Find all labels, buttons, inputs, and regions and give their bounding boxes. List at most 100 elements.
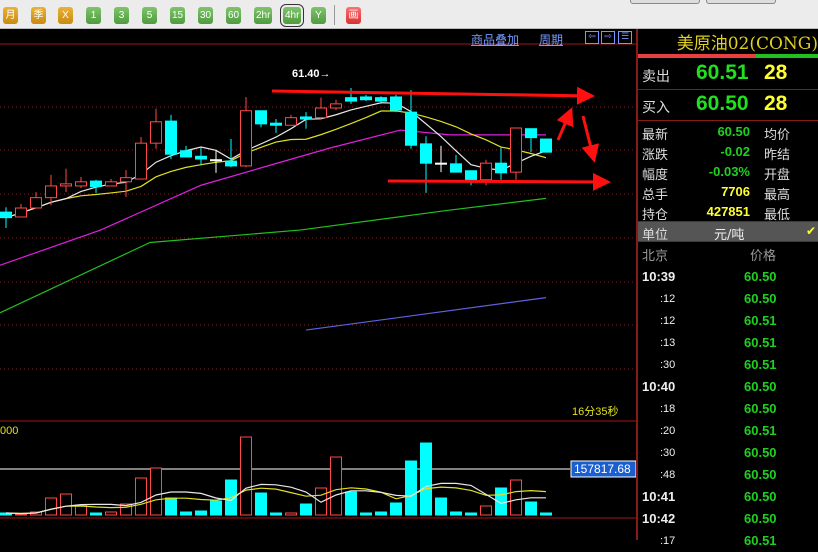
buy-ratio-bar bbox=[756, 54, 818, 58]
quote-row: 最新 60.50 均价 bbox=[638, 122, 818, 143]
candle-body bbox=[330, 103, 342, 109]
volume-bar bbox=[330, 456, 342, 516]
candle-body bbox=[510, 127, 522, 173]
quote-label: 总手 bbox=[642, 188, 669, 203]
top-tab[interactable] bbox=[706, 0, 776, 4]
quote-label: 最新 bbox=[642, 128, 669, 143]
check-icon: ✔ bbox=[805, 224, 816, 238]
quote-label-2: 开盘 bbox=[764, 168, 791, 183]
volume-bar bbox=[60, 493, 72, 516]
period-button[interactable]: 60 bbox=[226, 7, 242, 24]
scroll-left-icon[interactable]: ⇦ bbox=[585, 31, 599, 44]
volume-bar bbox=[405, 460, 417, 516]
period-button[interactable]: 画 bbox=[346, 7, 361, 24]
candle-body bbox=[240, 110, 252, 167]
volume-bar bbox=[390, 502, 402, 516]
candle-body bbox=[0, 211, 12, 219]
quote-value: 427851 bbox=[706, 204, 750, 219]
period-link[interactable]: 周期 bbox=[539, 31, 563, 48]
quote-row: 持仓 427851 最低 bbox=[638, 202, 818, 223]
quote-value: 7706 bbox=[721, 184, 750, 199]
candle-body bbox=[150, 121, 162, 144]
candle-body bbox=[390, 96, 402, 111]
sell-ratio-bar bbox=[638, 54, 756, 58]
period-button[interactable]: 30 bbox=[198, 7, 214, 24]
volume-bar bbox=[465, 512, 477, 516]
period-button[interactable]: X bbox=[58, 7, 73, 24]
candle-body bbox=[105, 181, 117, 187]
candle-body bbox=[420, 143, 432, 164]
tick-row: 10:42 60.50 bbox=[638, 508, 818, 530]
period-button[interactable]: 5 bbox=[142, 7, 157, 24]
tick-row: :20 60.51 bbox=[638, 420, 818, 442]
unit-row[interactable]: 单位 元/吨 ✔ bbox=[638, 221, 818, 243]
annotation-arrow bbox=[556, 107, 574, 141]
period-button[interactable]: 1 bbox=[86, 7, 101, 24]
tick-time: :48 bbox=[660, 469, 676, 481]
tick-price: 60.50 bbox=[744, 511, 777, 526]
ticks-header: 北京 价格 bbox=[638, 245, 818, 265]
ma120-line bbox=[305, 297, 547, 331]
tick-row: :18 60.50 bbox=[638, 398, 818, 420]
candle-body bbox=[255, 110, 267, 125]
candle-body bbox=[450, 163, 462, 173]
volume-bar bbox=[345, 491, 357, 516]
quote-row: 涨跌 -0.02 昨结 bbox=[638, 142, 818, 163]
kline-chart[interactable]: 61.40→ 16分35秒 000 157817.68 bbox=[0, 29, 637, 540]
volume-axis-label: 000 bbox=[0, 425, 18, 437]
tick-time: :12 bbox=[660, 293, 676, 305]
candle-body bbox=[480, 162, 492, 181]
volume-bar bbox=[15, 513, 27, 516]
volume-ref-value: 157817.68 bbox=[574, 462, 631, 476]
tick-row: :30 60.50 bbox=[638, 442, 818, 464]
candle-body bbox=[315, 107, 327, 119]
period-button[interactable]: 月 bbox=[3, 7, 18, 24]
tick-price: 60.51 bbox=[744, 313, 777, 328]
tick-price: 60.50 bbox=[744, 291, 777, 306]
candle-body bbox=[435, 162, 447, 165]
ma60-line bbox=[0, 197, 547, 314]
time-header: 北京 bbox=[642, 249, 669, 264]
tick-row: :12 60.50 bbox=[638, 288, 818, 310]
volume-bar bbox=[195, 510, 207, 516]
candle-body bbox=[360, 96, 372, 101]
tick-row: :17 60.51 bbox=[638, 530, 818, 552]
period-button[interactable]: 季 bbox=[31, 7, 46, 24]
volume-bar bbox=[90, 512, 102, 516]
volume-bar bbox=[480, 505, 492, 516]
candle-body bbox=[15, 207, 27, 218]
quote-row: 幅度 -0.03% 开盘 bbox=[638, 162, 818, 183]
countdown-timer: 16分35秒 bbox=[572, 404, 618, 418]
period-button[interactable]: Y bbox=[311, 7, 326, 24]
tick-row: :12 60.51 bbox=[638, 310, 818, 332]
volume-bar bbox=[270, 512, 282, 516]
annotation-arrow bbox=[387, 172, 611, 191]
volume-bar bbox=[540, 512, 552, 516]
period-button[interactable]: 4hr bbox=[279, 4, 305, 27]
period-button[interactable]: 15 bbox=[170, 7, 186, 24]
ask-row: 卖出 60.51 28 bbox=[638, 59, 818, 90]
period-button[interactable]: 3 bbox=[114, 7, 129, 24]
candle-body bbox=[465, 170, 477, 181]
candle-body bbox=[75, 181, 87, 187]
quote-value: 60.50 bbox=[717, 124, 750, 139]
period-button[interactable]: 2hr bbox=[254, 7, 273, 24]
scroll-right-icon[interactable]: ⇨ bbox=[601, 31, 615, 44]
annotation-arrow bbox=[271, 86, 595, 105]
tick-row: :13 60.51 bbox=[638, 332, 818, 354]
volume-bar bbox=[525, 501, 537, 516]
chart-canvas[interactable]: 61.40→ 16分35秒 000 157817.68 bbox=[0, 29, 637, 540]
tick-price: 60.51 bbox=[744, 335, 777, 350]
volume-bar bbox=[450, 511, 462, 516]
volume-bar bbox=[240, 436, 252, 516]
tick-row: 10:39 60.50 bbox=[638, 266, 818, 288]
candle-body bbox=[60, 183, 72, 187]
annotation-arrow bbox=[581, 115, 600, 163]
volume-bar bbox=[135, 477, 147, 516]
tick-time: :20 bbox=[660, 425, 676, 437]
candle-body bbox=[30, 197, 42, 209]
candle-body bbox=[135, 142, 147, 180]
overlay-link[interactable]: 商品叠加 bbox=[471, 31, 519, 48]
layout-icon[interactable]: ☰ bbox=[618, 31, 632, 44]
top-tab[interactable] bbox=[630, 0, 700, 4]
